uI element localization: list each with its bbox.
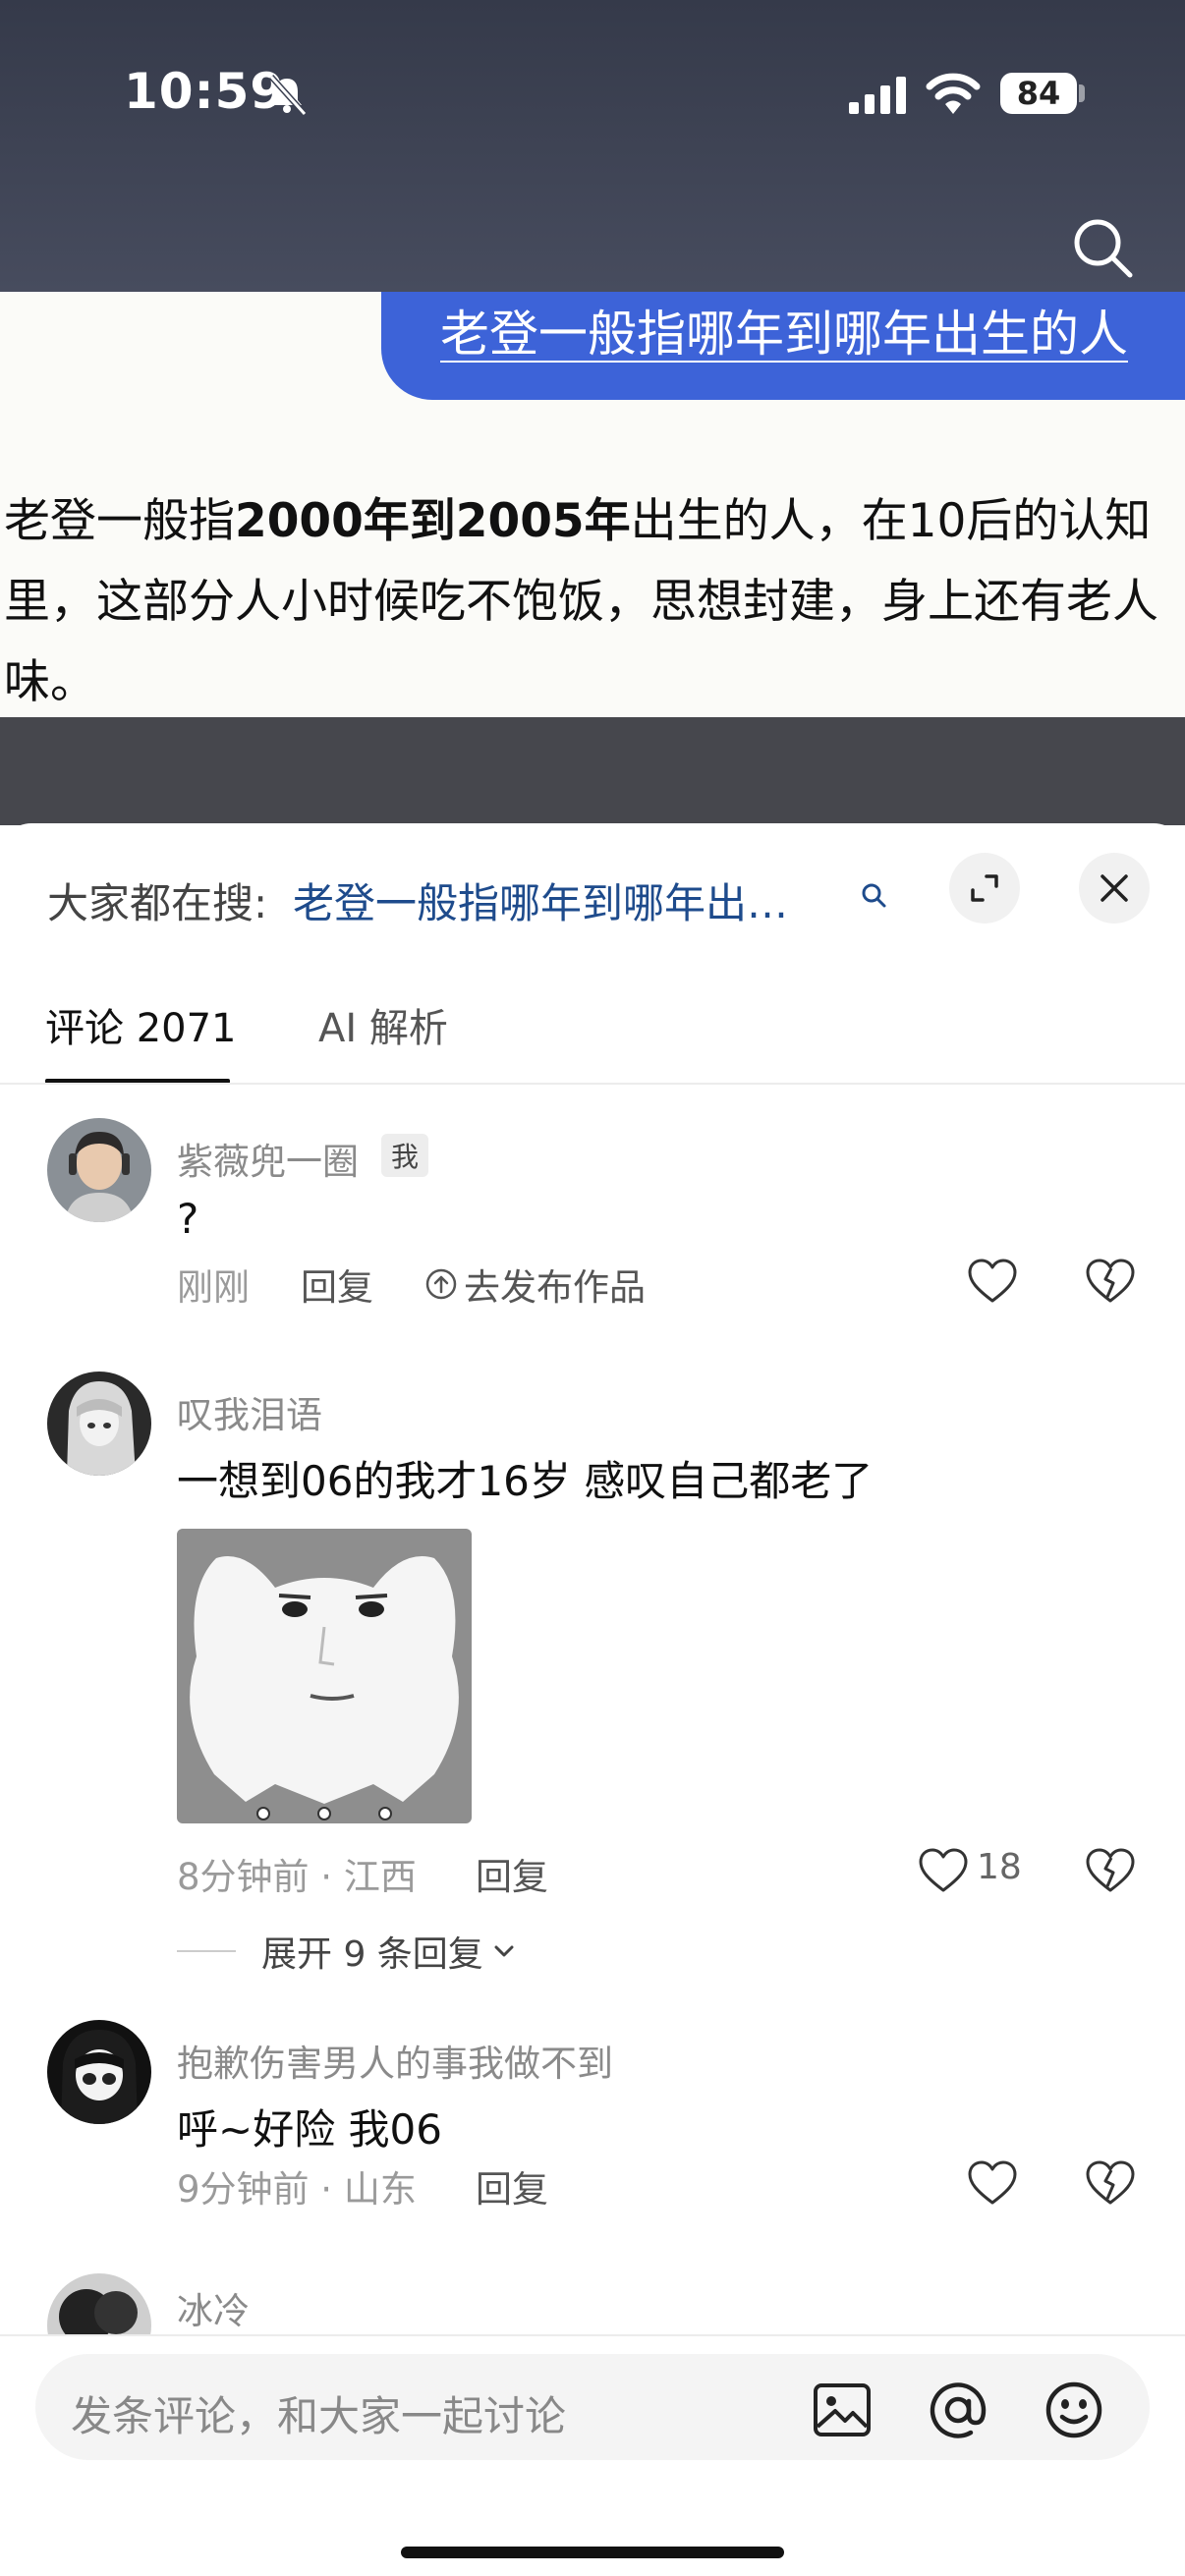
answer-part1: 老登一般指 <box>4 494 235 548</box>
comment-text: 呼~好险 我06 <box>177 2105 442 2154</box>
expand-icon <box>971 874 998 902</box>
heart-icon[interactable] <box>918 1847 969 1894</box>
chevron-down-icon <box>494 1945 514 1957</box>
avatar[interactable] <box>47 1118 151 1222</box>
upload-icon <box>425 1268 457 1300</box>
home-indicator <box>401 2547 784 2558</box>
top-bar: 10:59 84 <box>0 0 1185 292</box>
comment-input-bar: 发条评论，和大家一起讨论 <box>0 2334 1185 2576</box>
trending-search-query[interactable]: 老登一般指哪年到哪年出… <box>293 870 835 930</box>
comment-time: 9分钟前 · 山东 <box>177 2168 417 2211</box>
avatar[interactable] <box>47 2020 151 2124</box>
sticker-meme-image <box>177 1529 472 1823</box>
status-time: 10:59 <box>124 63 286 120</box>
comment-author[interactable]: 冰冷 <box>177 2281 250 2334</box>
user-message-text[interactable]: 老登一般指哪年到哪年出生的人 <box>440 295 1128 365</box>
tab-comments[interactable]: 评论 2071 <box>45 996 237 1053</box>
comment-text: ? <box>177 1195 199 1243</box>
broken-heart-icon[interactable] <box>1085 2159 1136 2207</box>
me-badge: 我 <box>381 1134 429 1177</box>
at-icon[interactable] <box>928 2380 988 2440</box>
comment-input-placeholder: 发条评论，和大家一起讨论 <box>71 2392 567 2440</box>
expand-button[interactable] <box>949 853 1020 924</box>
image-icon[interactable] <box>812 2381 873 2438</box>
reply-button[interactable]: 回复 <box>301 1258 373 1311</box>
comment-time: 8分钟前 · 江西 <box>177 1856 417 1898</box>
ai-answer-text: 老登一般指2000年到2005年出生的人，在10后的认知里，这部分人小时候吃不饱… <box>4 481 1163 723</box>
reply-button[interactable]: 回复 <box>476 2159 548 2212</box>
divider <box>0 1083 1185 1085</box>
reply-button[interactable]: 回复 <box>476 1847 548 1900</box>
like-count: 18 <box>977 1847 1022 1887</box>
comment-text: 一想到06的我才16岁 感叹自己都老了 <box>177 1457 874 1505</box>
comment-time: 刚刚 <box>177 1266 250 1309</box>
trending-search-label: 大家都在搜: <box>47 879 268 927</box>
comment-author[interactable]: 抱歉伤害男人的事我做不到 <box>177 2034 613 2087</box>
battery-nub <box>1079 84 1085 102</box>
sticker-image[interactable] <box>177 1529 472 1823</box>
answer-bold: 2000年到2005年 <box>235 494 631 548</box>
search-icon[interactable] <box>1069 214 1136 281</box>
comment-input[interactable]: 发条评论，和大家一起讨论 <box>35 2354 1150 2460</box>
avatar-image <box>47 1118 151 1222</box>
battery-indicator: 84 <box>1000 73 1077 114</box>
avatar-image <box>47 1372 151 1476</box>
comment-author[interactable]: 紫薇兜一圈 <box>177 1132 359 1185</box>
publish-work-link[interactable]: 去发布作品 <box>424 1258 646 1311</box>
comments-sheet: 大家都在搜: 老登一般指哪年到哪年出… 评论 2071 AI 解析 紫薇兜一圈 … <box>0 823 1185 2576</box>
comment-author[interactable]: 叹我泪语 <box>177 1385 322 1438</box>
divider <box>177 1950 236 1952</box>
close-icon <box>1100 874 1128 902</box>
expand-replies-button[interactable]: 展开 9 条回复 <box>177 1926 519 1977</box>
search-icon[interactable] <box>859 880 888 910</box>
publish-work-label: 去发布作品 <box>464 1266 646 1309</box>
wifi-icon <box>926 73 981 114</box>
emoji-icon[interactable] <box>1044 2380 1104 2440</box>
tab-ai-analysis[interactable]: AI 解析 <box>318 996 448 1053</box>
dim-overlay[interactable] <box>0 717 1185 825</box>
signal-icon <box>849 77 906 114</box>
expand-replies-label: 展开 9 条回复 <box>261 1934 483 1975</box>
heart-icon[interactable] <box>967 2159 1018 2207</box>
close-button[interactable] <box>1079 853 1150 924</box>
avatar-image <box>47 2020 151 2124</box>
avatar[interactable] <box>47 1372 151 1476</box>
broken-heart-icon[interactable] <box>1085 1258 1136 1305</box>
heart-icon[interactable] <box>967 1258 1018 1305</box>
bell-muted-icon <box>268 74 308 116</box>
broken-heart-icon[interactable] <box>1085 1847 1136 1894</box>
